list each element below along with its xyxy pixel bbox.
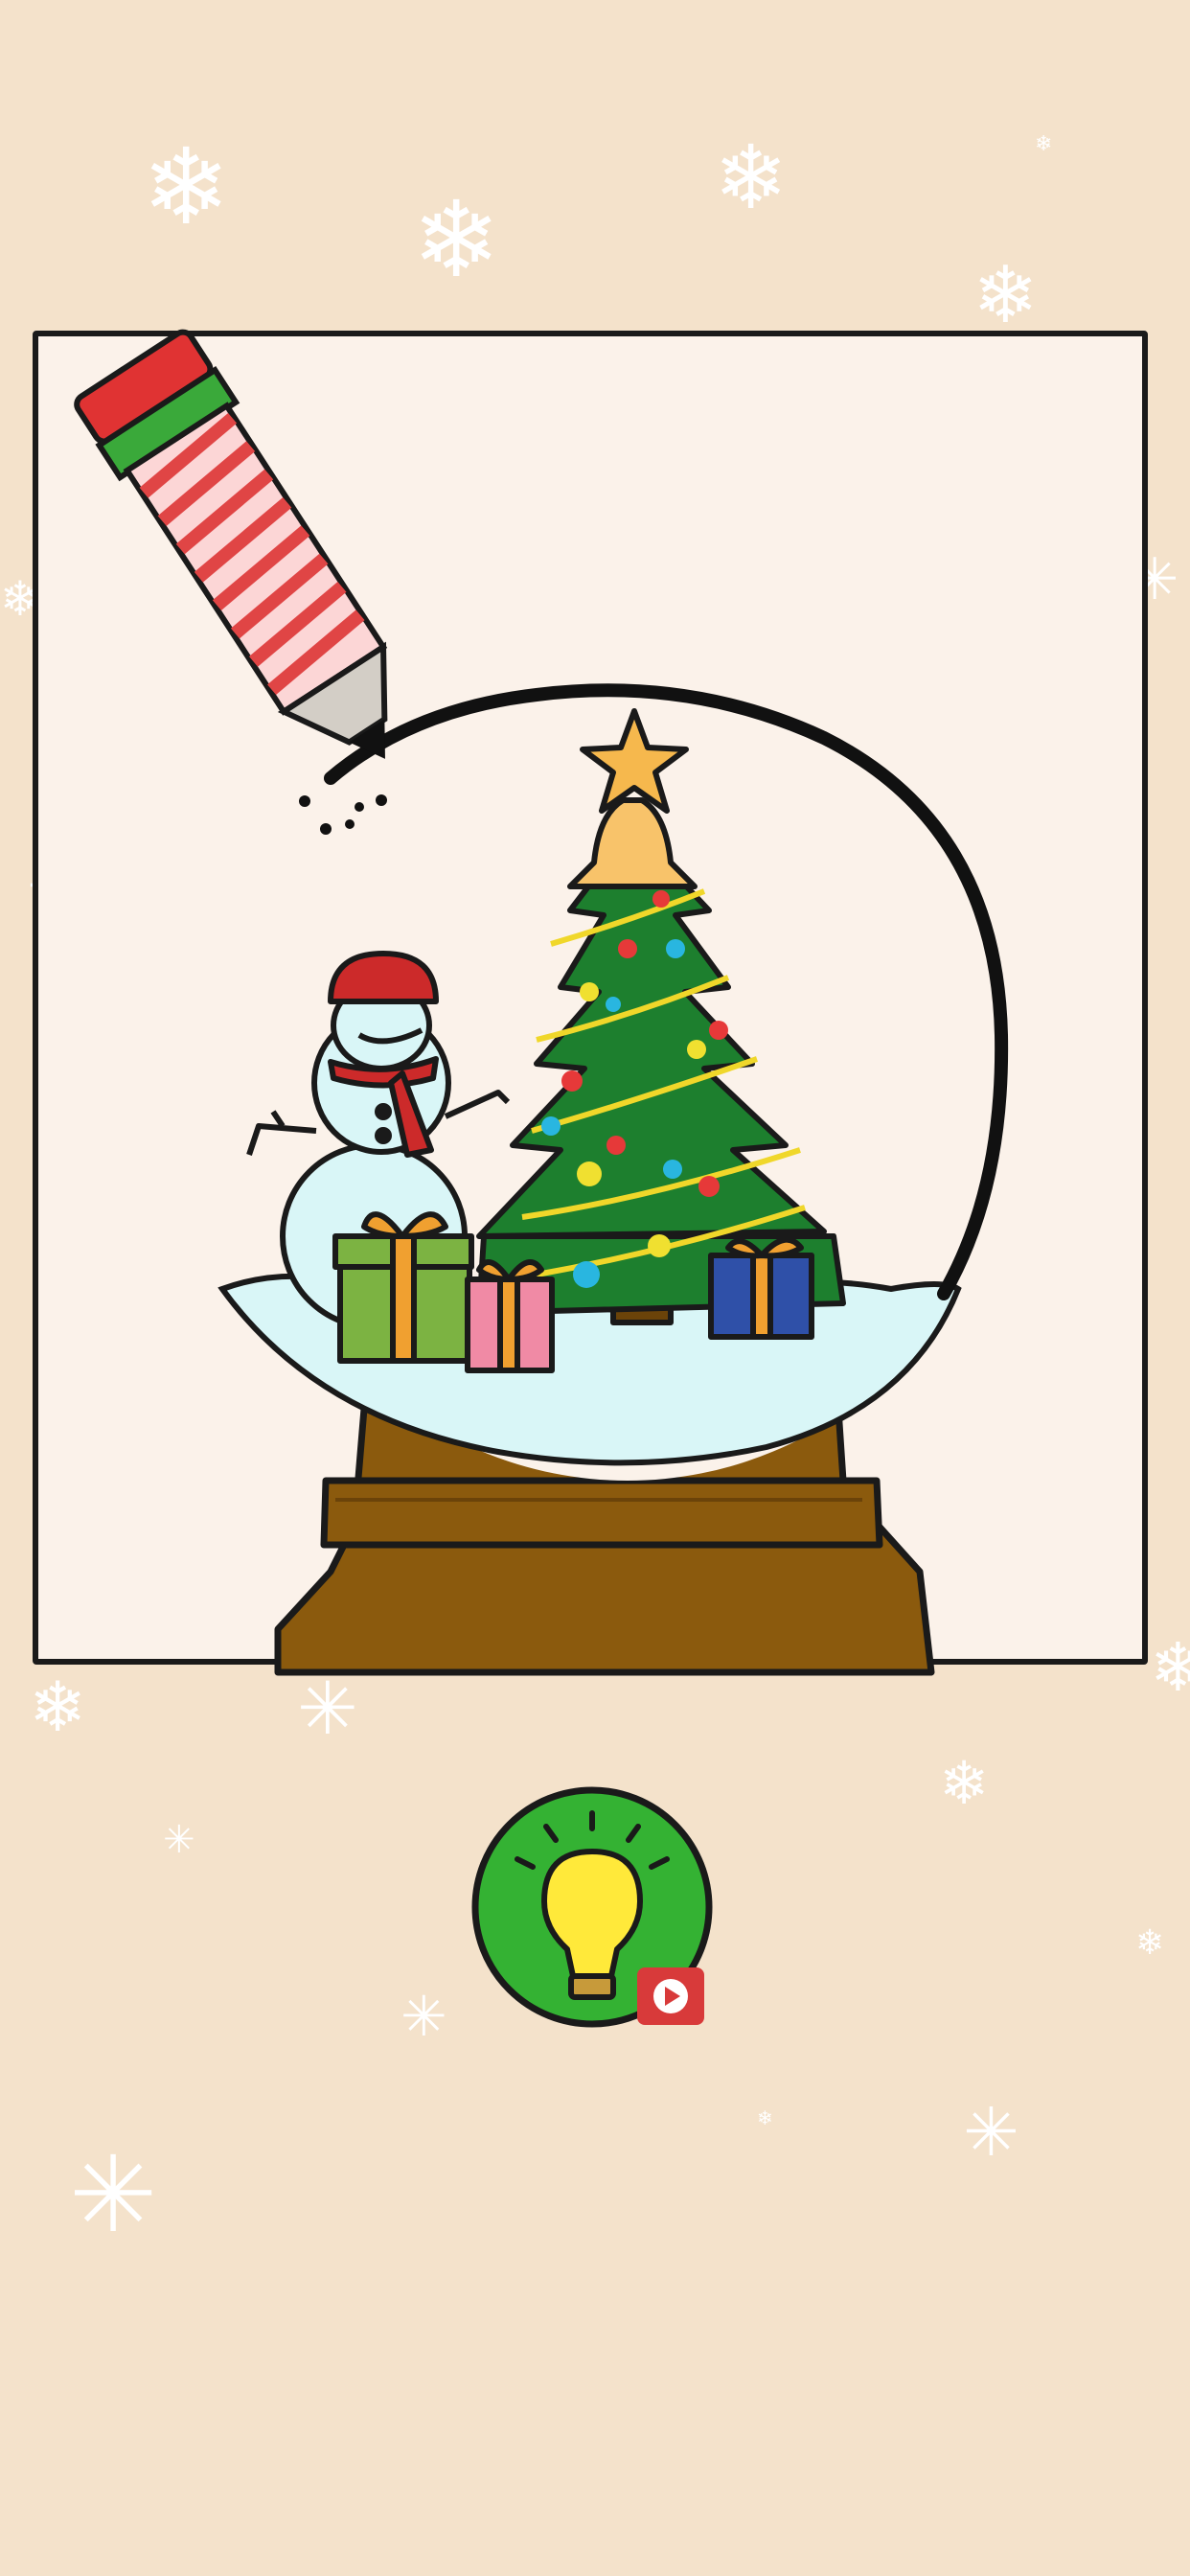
snowflake-icon: ❄ [939,1748,989,1818]
video-play-icon[interactable] [634,1965,707,2028]
snowflake-icon: ✳ [400,1984,447,2049]
snowflake-icon: ❄ [757,2106,773,2129]
snow-globe-illustration [74,329,1009,1676]
snowflake-icon: ✳ [163,1818,195,1862]
snowflake-icon: ✳ [69,2133,158,2256]
snowflake-icon: ✳ [963,2093,1019,2172]
snowflake-icon: ❄ [1135,1923,1165,1963]
pencil-tool [74,329,388,759]
